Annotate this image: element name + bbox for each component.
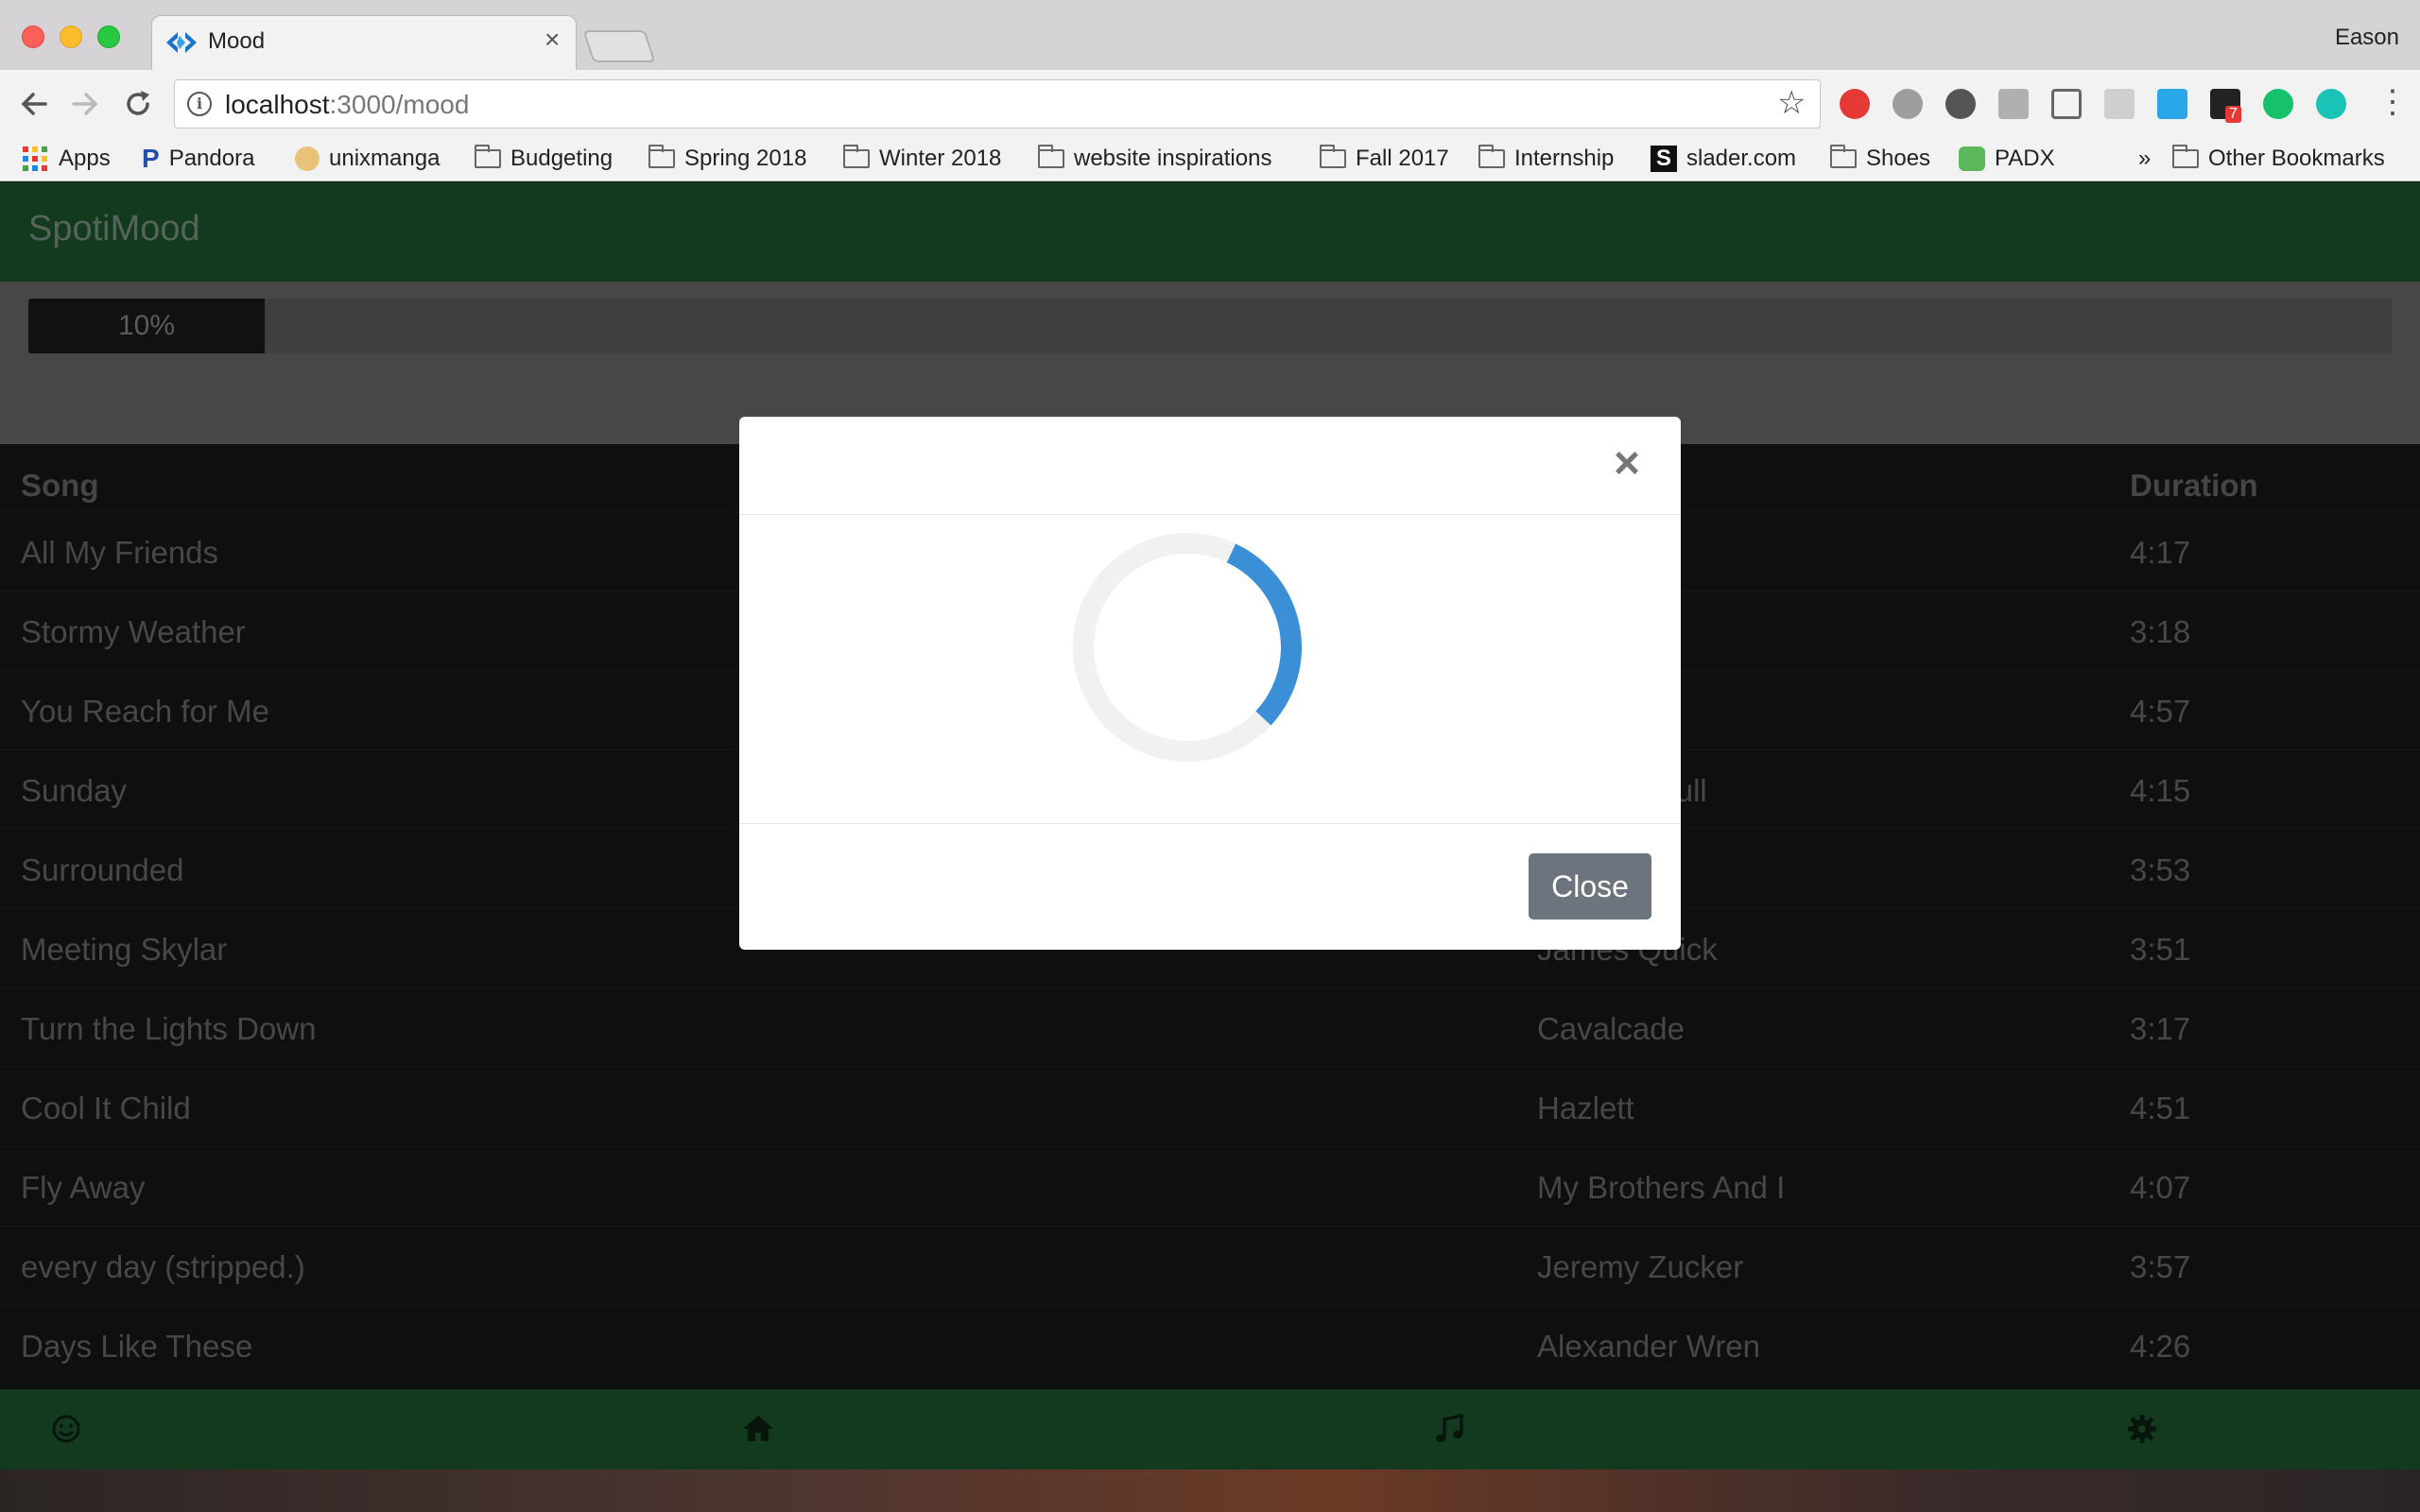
- modal-close-icon[interactable]: ×: [1614, 441, 1640, 487]
- tab-close-icon[interactable]: ×: [544, 26, 560, 53]
- tab-title: Mood: [208, 28, 266, 54]
- close-button[interactable]: Close: [1529, 853, 1651, 919]
- app-favicon-icon: [166, 32, 197, 53]
- folder-icon: [2172, 145, 2199, 168]
- folder-icon: [1478, 145, 1505, 168]
- browser-menu-icon[interactable]: ⋮: [2377, 83, 2409, 121]
- cast-icon[interactable]: [2051, 89, 2082, 119]
- bookmark-unixmanga[interactable]: unixmanga: [295, 144, 440, 174]
- ublock-extension-icon[interactable]: [1840, 89, 1870, 119]
- new-tab-button[interactable]: [582, 30, 656, 62]
- folder-icon: [843, 145, 870, 168]
- site-info-icon[interactable]: i: [187, 92, 212, 116]
- pandora-icon: P: [142, 144, 160, 173]
- window-minimize-button[interactable]: [60, 26, 82, 48]
- m-extension-icon[interactable]: [2316, 89, 2346, 119]
- folder-icon: [475, 145, 501, 168]
- modal-header: [739, 417, 1681, 515]
- bookmark-spring-2018[interactable]: Spring 2018: [648, 144, 806, 174]
- reload-icon[interactable]: [121, 87, 155, 121]
- bookmark-padx[interactable]: PADX: [1959, 144, 2055, 174]
- folder-icon: [648, 145, 675, 168]
- loading-modal: × Close: [739, 417, 1681, 950]
- bookmark-shoes[interactable]: Shoes: [1830, 144, 1930, 174]
- desktop-wallpaper: [0, 1469, 2420, 1512]
- bookmark-other-bookmarks[interactable]: Other Bookmarks: [2172, 144, 2385, 174]
- extension-badge: 7: [2225, 106, 2241, 123]
- profile-name[interactable]: Eason: [2335, 25, 2399, 51]
- window-zoom-button[interactable]: [97, 26, 120, 48]
- bookmark-internship[interactable]: Internship: [1478, 144, 1614, 174]
- unixmanga-icon: [295, 146, 320, 171]
- app-root: SpotiMood 10% Song Duration All My Frien…: [0, 182, 2420, 1469]
- window-extension-icon[interactable]: [2157, 89, 2187, 119]
- apps-grid-icon: [23, 146, 47, 171]
- url-text[interactable]: localhost:3000/mood: [225, 90, 469, 120]
- bookmark-apps[interactable]: Apps: [23, 144, 111, 174]
- honey-extension-icon[interactable]: [2104, 89, 2135, 119]
- bookmark-pandora[interactable]: P Pandora: [142, 144, 254, 174]
- bookmark-website-inspirations[interactable]: website inspirations: [1038, 144, 1271, 174]
- forward-arrow-icon[interactable]: [68, 87, 102, 121]
- back-arrow-icon[interactable]: [17, 87, 51, 121]
- folder-icon: [1320, 145, 1346, 168]
- window-close-button[interactable]: [22, 26, 44, 48]
- slader-icon: S: [1651, 146, 1677, 172]
- padx-icon: [1959, 146, 1985, 171]
- bookmark-winter-2018[interactable]: Winter 2018: [843, 144, 1001, 174]
- bookmarks-overflow-chevron[interactable]: »: [2138, 144, 2151, 174]
- bookmark-budgeting[interactable]: Budgeting: [475, 144, 613, 174]
- globe-extension-icon[interactable]: [1893, 89, 1923, 119]
- sync-extension-icon[interactable]: [1945, 89, 1976, 119]
- puzzle-extension-icon[interactable]: [1998, 89, 2029, 119]
- folder-icon: [1830, 145, 1857, 168]
- folder-icon: [1038, 145, 1064, 168]
- bookmark-fall-2017[interactable]: Fall 2017: [1320, 144, 1449, 174]
- loading-spinner: [1073, 533, 1302, 763]
- grammarly-extension-icon[interactable]: [2263, 89, 2293, 119]
- bookmark-slader[interactable]: S slader.com: [1651, 144, 1796, 174]
- bookmark-star-icon[interactable]: ☆: [1777, 86, 1806, 120]
